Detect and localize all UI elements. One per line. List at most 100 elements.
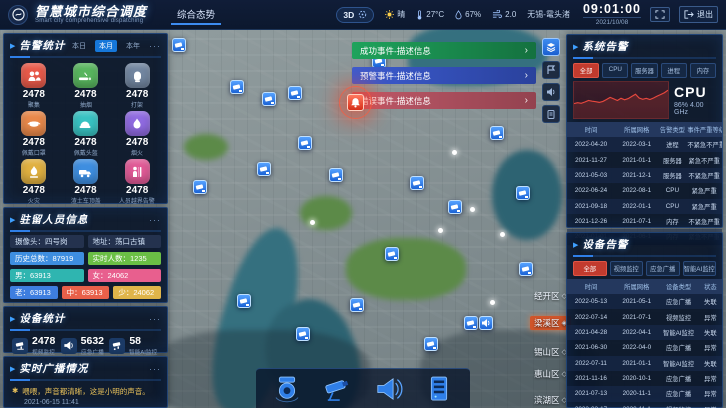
alarm-tile-smoking[interactable]: 2478 抽烟 <box>60 62 112 109</box>
rail-flag-button[interactable] <box>542 61 560 79</box>
camera-marker[interactable] <box>230 80 244 94</box>
more-menu-icon[interactable]: ··· <box>149 314 161 324</box>
device-stat-label: 智能AI监控 <box>129 347 157 356</box>
speaker-marker[interactable] <box>479 316 493 330</box>
sys-tab-process[interactable]: 进程 <box>661 63 687 78</box>
event-banner-success[interactable]: 成功事件-描述信息 › <box>352 42 536 59</box>
rail-layers-button[interactable] <box>542 38 560 56</box>
cell: 不紧急不严重 <box>686 137 722 152</box>
camera-marker[interactable] <box>516 186 530 200</box>
dev-tab-broadcast[interactable]: 应急广播 <box>646 261 680 276</box>
app-title: 智慧城市综合调度 <box>35 5 147 19</box>
device-stat-broadcast[interactable]: 5632 应急广播 <box>61 336 105 356</box>
camera-marker[interactable] <box>490 126 504 140</box>
district-label[interactable]: 经开区◇ <box>534 290 567 302</box>
alarm-tile-truck-cover[interactable]: 2478 渣土车顶盖 <box>60 158 112 205</box>
table-row[interactable]: 2022-07-142021-07-1视频监控异常 <box>567 309 722 324</box>
helmet-icon <box>78 117 92 131</box>
cell: 2022-07-11 <box>567 356 615 371</box>
table-row[interactable]: 2021-05-032021-12-1服务器不紧急严重 <box>567 168 722 183</box>
cctv-camera-button[interactable] <box>316 372 360 406</box>
broadcast-bullet-icon: ✱ <box>12 386 18 397</box>
table-row[interactable]: 2021-06-302022-04-0应急广播异常 <box>567 340 722 355</box>
broadcast-speaker-button[interactable] <box>366 372 410 406</box>
alarm-tile-gathering[interactable]: 2478 聚集 <box>8 62 60 109</box>
table-row[interactable]: 2021-11-272021-01-1服务器紧急不严重 <box>567 152 722 167</box>
tab-this-month[interactable]: 本月 <box>95 40 117 52</box>
table-row[interactable]: 2022-04-202022-03-1进程不紧急不严重 <box>567 137 722 152</box>
district-label[interactable]: 惠山区◇ <box>534 368 567 380</box>
camera-marker[interactable] <box>296 327 310 341</box>
table-row[interactable]: 2022-06-242022-08-1CPU紧急严重 <box>567 183 722 198</box>
alarm-tile-fighting[interactable]: 2478 打架 <box>111 62 163 109</box>
district-label[interactable]: 锡山区◇ <box>534 346 567 358</box>
camera-marker[interactable] <box>385 247 399 261</box>
dev-tab-video[interactable]: 视频监控 <box>610 261 644 276</box>
mode-3d-toggle[interactable]: 3D <box>336 7 374 23</box>
alarm-tile-helmet[interactable]: 2478 佩戴头盔 <box>60 110 112 157</box>
device-stat-video[interactable]: 2478 视频监控 <box>12 336 56 356</box>
tab-overall-situation[interactable]: 综合态势 <box>171 5 221 25</box>
cell: 异常 <box>699 402 722 408</box>
event-banner-error[interactable]: 错误事件-描述信息 › <box>352 92 536 109</box>
camera-marker[interactable] <box>329 168 343 182</box>
table-row[interactable]: 2022-02-172020-11-1视频监控异常 <box>567 402 722 408</box>
camera-marker[interactable] <box>257 162 271 176</box>
table-row[interactable]: 2021-04-282022-04-1智能AI监控失联 <box>567 325 722 340</box>
cell: 不紧急严重 <box>686 214 722 229</box>
camera-marker[interactable] <box>298 136 312 150</box>
device-stat-ai-camera[interactable]: 58 智能AI监控 <box>109 336 159 356</box>
cell: 2021-06-30 <box>567 340 615 355</box>
table-row[interactable]: 2021-12-262021-07-1内存不紧急严重 <box>567 214 722 229</box>
alarm-tile-mask[interactable]: 2478 佩戴口罩 <box>8 110 60 157</box>
camera-marker[interactable] <box>172 38 186 52</box>
district-name: 梁溪区 <box>534 317 560 329</box>
cell: 不紧急严重 <box>686 168 722 183</box>
camera-marker[interactable] <box>237 294 251 308</box>
sys-tab-all[interactable]: 全部 <box>573 63 599 78</box>
more-menu-icon[interactable]: ··· <box>149 41 161 51</box>
camera-marker[interactable] <box>262 92 276 106</box>
tab-today[interactable]: 本日 <box>68 40 90 52</box>
alarm-tile-boundary-crossing[interactable]: 2478 人员越界告警 <box>111 158 163 205</box>
sys-tab-server[interactable]: 服务器 <box>631 63 657 78</box>
rail-speaker-button[interactable] <box>542 83 560 101</box>
panel-underline <box>10 329 161 331</box>
table-row[interactable]: 2022-05-132021-05-1应急广播失联 <box>567 294 722 309</box>
dev-tab-ai[interactable]: 智能AI监控 <box>683 261 717 276</box>
alarm-marker[interactable] <box>347 94 364 111</box>
cell: 2021-12-1 <box>615 168 658 183</box>
sys-tab-memory[interactable]: 内存 <box>690 63 716 78</box>
camera-marker[interactable] <box>448 200 462 214</box>
camera-marker[interactable] <box>464 316 478 330</box>
event-banner-warning[interactable]: 预警事件-描述信息 › <box>352 67 536 84</box>
camera-marker[interactable] <box>424 337 438 351</box>
district-label-selected[interactable]: 梁溪区◈ <box>530 316 571 330</box>
broadcast-timestamp: 2021-06-15 11:41 <box>4 397 167 406</box>
rail-clipboard-button[interactable] <box>542 105 560 123</box>
alarm-tile-smoke-fire[interactable]: 2478 烟火 <box>111 110 163 157</box>
camera-marker[interactable] <box>410 176 424 190</box>
camera-marker[interactable] <box>288 86 302 100</box>
fullscreen-button[interactable] <box>650 7 670 22</box>
district-label[interactable]: 滨湖区◇ <box>534 394 567 406</box>
sys-tab-cpu[interactable]: CPU <box>602 63 628 78</box>
fullscreen-icon <box>655 10 665 19</box>
tab-this-year[interactable]: 本年 <box>122 40 144 52</box>
camera-marker[interactable] <box>350 298 364 312</box>
dev-tab-all[interactable]: 全部 <box>573 261 607 276</box>
more-menu-icon[interactable]: ··· <box>149 215 161 225</box>
camera-marker[interactable] <box>519 262 533 276</box>
logout-button[interactable]: 退出 <box>679 6 718 23</box>
server-rack-button[interactable] <box>417 372 461 406</box>
table-row[interactable]: 2021-09-182022-01-1CPU紧急严重 <box>567 199 722 214</box>
table-row[interactable]: 2022-07-112021-01-1智能AI监控失联 <box>567 356 722 371</box>
table-row[interactable]: 2021-07-132020-11-1应急广播异常 <box>567 386 722 401</box>
table-row[interactable]: 2021-11-162020-10-1应急广播异常 <box>567 371 722 386</box>
humidity-text: 67% <box>465 10 481 19</box>
cell: 2022-06-24 <box>567 183 615 198</box>
dome-camera-button[interactable] <box>265 372 309 406</box>
camera-marker[interactable] <box>193 180 207 194</box>
alarm-tile-fire[interactable]: 2478 火灾 <box>8 158 60 205</box>
more-menu-icon[interactable]: ··· <box>149 364 161 374</box>
